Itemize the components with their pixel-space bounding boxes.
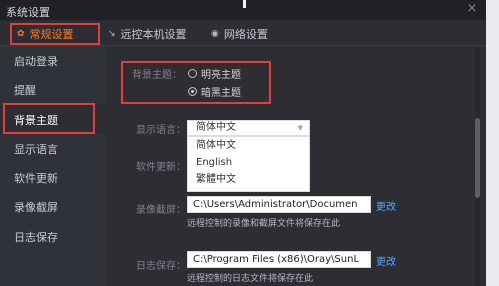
scrollbar-thumb[interactable] [475,118,480,198]
close-icon[interactable]: × [465,2,479,16]
network-icon: ◉ [211,29,219,39]
recording-change-link[interactable]: 更改 [376,198,396,213]
sidebar-item-display-language[interactable]: 显示语言 [0,134,106,163]
language-dropdown-menu: 简体中文 English 繁體中文 [187,136,310,192]
sidebar-item-label: 软件更新 [14,171,58,185]
sidebar-item-recording-screenshot[interactable]: 录像截屏 [0,192,106,221]
background-strip [486,0,499,286]
recording-path-field[interactable]: C:\Users\Administrator\Documen [187,196,371,213]
log-change-link[interactable]: 更改 [376,253,396,268]
tab-label: 常规设置 [29,28,74,41]
log-path-field[interactable]: C:\Program Files (x86)\Oray\SunL [187,251,371,268]
light-theme-radio[interactable]: 明亮主题 [188,66,241,81]
language-select[interactable]: 简体中文 ▼ [187,120,310,136]
display-language-label: 显示语言： [136,125,186,136]
background-theme-label: 背景主题： [132,70,182,81]
window-title: 系统设置 [6,6,50,19]
sidebar-item-label: 日志保存 [14,230,58,244]
sidebar-item-label: 录像截屏 [14,200,58,214]
sidebar-item-label: 显示语言 [14,142,58,156]
tab-network-settings[interactable]: ◉ 网络设置 [211,23,268,45]
sidebar-item-log-save[interactable]: 日志保存 [0,222,106,251]
tab-bar: ✿ 常规设置 ↘ 远控本机设置 ◉ 网络设置 [0,20,486,46]
radio-icon [188,87,197,96]
remote-icon: ↘ [108,29,116,39]
gear-icon: ✿ [17,29,25,39]
radio-label: 明亮主题 [201,70,241,81]
sidebar-item-reminder[interactable]: 提醒 [0,75,106,104]
sidebar-item-software-update[interactable]: 软件更新 [0,163,106,192]
recording-hint: 远程控制的录像和截屏文件将保存在此 [187,219,341,229]
radio-label: 暗黑主题 [201,88,241,99]
chevron-down-icon: ▼ [297,124,303,132]
language-option-simplified-chinese[interactable]: 简体中文 [188,137,309,154]
sidebar-item-label: 启动登录 [14,54,58,68]
settings-window: 系统设置 × ✿ 常规设置 ↘ 远控本机设置 ◉ 网络设置 启动登录 提醒 背景… [0,0,486,286]
tab-remote-settings[interactable]: ↘ 远控本机设置 [108,23,187,45]
dark-theme-radio[interactable]: 暗黑主题 [188,84,241,99]
sidebar-highlight-box [3,103,95,134]
title-bar-marker [243,0,246,8]
sidebar-item-startup-login[interactable]: 启动登录 [0,46,106,75]
sidebar: 启动登录 提醒 背景主题 显示语言 软件更新 录像截屏 日志保存 [0,46,106,286]
language-selected-value: 简体中文 [196,122,236,133]
log-save-label: 日志保存： [136,261,186,272]
vertical-scrollbar[interactable] [475,48,480,286]
tab-label: 网络设置 [223,28,268,41]
software-update-label: 软件更新： [136,162,186,173]
tab-general-settings[interactable]: ✿ 常规设置 [10,23,100,45]
language-option-english[interactable]: English [188,154,309,171]
log-hint: 远程控制的日志文件将保存在此 [187,274,314,284]
radio-icon [188,69,197,78]
title-bar: 系统设置 × [0,0,486,20]
sidebar-item-label: 提醒 [14,83,36,97]
recording-screenshot-label: 录像截屏： [136,205,186,216]
settings-content: 背景主题： 明亮主题 暗黑主题 显示语言： 简体中文 ▼ 简体中文 Englis… [106,46,486,286]
tab-label: 远控本机设置 [120,28,187,41]
language-option-traditional-chinese[interactable]: 繁體中文 [188,171,309,188]
